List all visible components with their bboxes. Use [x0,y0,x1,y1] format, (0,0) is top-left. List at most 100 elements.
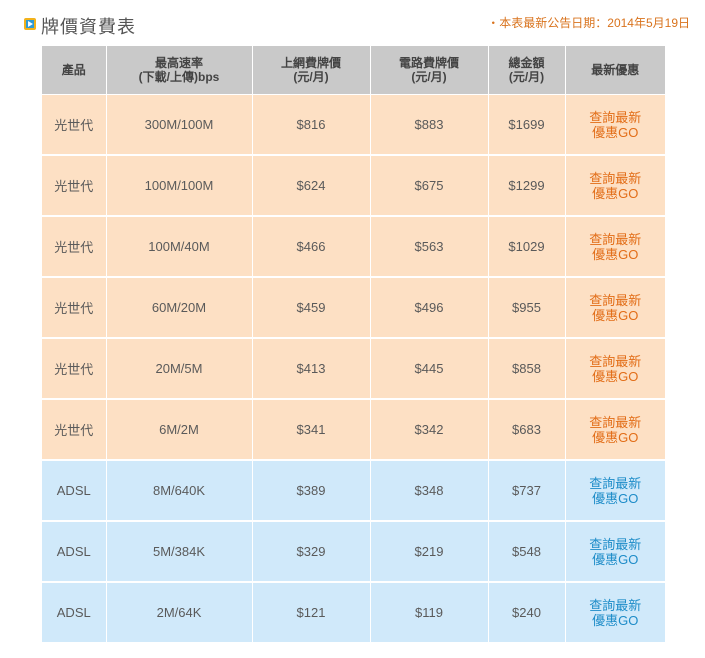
speed-cell: 8M/640K [106,460,253,522]
circuit-price-cell: $563 [370,216,489,278]
table-row: ADSL 8M/640K $389 $348 $737 查詢最新 優惠GO [42,460,665,522]
internet-price-cell: $816 [252,94,371,156]
total-cell: $683 [488,399,566,461]
promo-link[interactable]: 查詢最新 優惠GO [589,232,641,262]
speed-cell: 2M/64K [106,582,253,644]
product-cell: 光世代 [42,155,107,217]
promo-link-line2: 優惠GO [592,246,639,262]
total-cell: $240 [488,582,566,644]
internet-price-cell: $329 [252,521,371,583]
total-cell: $1029 [488,216,566,278]
table-header-row: 產品 最高速率 (下載/上傳)bps 上網費牌價 (元/月) 電路費牌價 (元/月) … [42,46,665,95]
promo-link[interactable]: 查詢最新 優惠GO [589,537,641,567]
total-cell: $858 [488,338,566,400]
total-cell: $955 [488,277,566,339]
column-header-label: 電路費牌價 [398,56,459,70]
promo-link-line1: 查詢最新 [589,109,642,125]
column-header-circuit-price: 電路費牌價 (元/月) [370,46,489,95]
promo-link[interactable]: 查詢最新 優惠GO [589,354,641,384]
table-row: ADSL 2M/64K $121 $119 $240 查詢最新 優惠GO [42,582,665,644]
promo-cell: 查詢最新 優惠GO [565,216,665,278]
circuit-price-cell: $883 [370,94,489,156]
circuit-price-cell: $348 [370,460,489,522]
promo-link[interactable]: 查詢最新 優惠GO [589,171,641,201]
promo-link-line2: 優惠GO [592,185,639,201]
total-cell: $548 [488,521,566,583]
column-header-sublabel: (元/月) [411,70,447,84]
promo-link[interactable]: 查詢最新 優惠GO [589,415,641,445]
column-header-sublabel: (下載/上傳)bps [138,70,220,84]
circuit-price-cell: $496 [370,277,489,339]
promo-link-line1: 查詢最新 [589,231,642,247]
table-row: 光世代 6M/2M $341 $342 $683 查詢最新 優惠GO [42,399,665,461]
product-cell: ADSL [42,521,107,583]
column-header-label: 最新優惠 [591,63,640,77]
internet-price-cell: $459 [252,277,371,339]
promo-cell: 查詢最新 優惠GO [565,460,665,522]
promo-cell: 查詢最新 優惠GO [565,155,665,217]
total-cell: $737 [488,460,566,522]
promo-link[interactable]: 查詢最新 優惠GO [589,110,641,140]
internet-price-cell: $389 [252,460,371,522]
product-cell: 光世代 [42,216,107,278]
promo-link[interactable]: 查詢最新 優惠GO [589,476,641,506]
internet-price-cell: $341 [252,399,371,461]
promo-link[interactable]: 查詢最新 優惠GO [589,293,641,323]
circuit-price-cell: $119 [370,582,489,644]
promo-link-line2: 優惠GO [592,429,639,445]
column-header-label: 最高速率 [154,56,203,70]
circuit-price-cell: $675 [370,155,489,217]
speed-cell: 20M/5M [106,338,253,400]
total-cell: $1699 [488,94,566,156]
promo-cell: 查詢最新 優惠GO [565,399,665,461]
internet-price-cell: $624 [252,155,371,217]
column-header-total: 總金額 (元/月) [488,46,566,95]
page-header: 牌價資費表 ・本表最新公告日期：2014年5月19日 [24,10,690,42]
circuit-price-cell: $219 [370,521,489,583]
promo-link-line2: 優惠GO [592,307,639,323]
promo-cell: 查詢最新 優惠GO [565,277,665,339]
product-cell: 光世代 [42,338,107,400]
table-row: 光世代 100M/100M $624 $675 $1299 查詢最新 優惠GO [42,155,665,217]
price-table: 產品 最高速率 (下載/上傳)bps 上網費牌價 (元/月) 電路費牌價 (元/月) … [42,46,665,644]
page-title: 牌價資費表 [41,17,136,37]
internet-price-cell: $466 [252,216,371,278]
column-header-promo: 最新優惠 [565,46,665,95]
promo-link-line1: 查詢最新 [589,597,642,613]
promo-link-line2: 優惠GO [592,124,639,140]
promo-link-line1: 查詢最新 [589,475,642,491]
promo-link[interactable]: 查詢最新 優惠GO [589,598,641,628]
promo-cell: 查詢最新 優惠GO [565,338,665,400]
circuit-price-cell: $342 [370,399,489,461]
speed-cell: 6M/2M [106,399,253,461]
speed-cell: 60M/20M [106,277,253,339]
column-header-label: 上網費牌價 [280,56,341,70]
column-header-speed: 最高速率 (下載/上傳)bps [106,46,253,95]
promo-link-line1: 查詢最新 [589,170,642,186]
promo-link-line2: 優惠GO [592,612,639,628]
product-cell: 光世代 [42,399,107,461]
promo-link-line1: 查詢最新 [589,536,642,552]
column-header-product: 產品 [42,46,107,95]
promo-link-line1: 查詢最新 [589,414,642,430]
product-cell: ADSL [42,460,107,522]
table-row: 光世代 100M/40M $466 $563 $1029 查詢最新 優惠GO [42,216,665,278]
speed-cell: 100M/100M [106,155,253,217]
internet-price-cell: $121 [252,582,371,644]
speed-cell: 100M/40M [106,216,253,278]
table-row: 光世代 300M/100M $816 $883 $1699 查詢最新 優惠GO [42,94,665,156]
promo-link-line2: 優惠GO [592,551,639,567]
table-row: 光世代 60M/20M $459 $496 $955 查詢最新 優惠GO [42,277,665,339]
promo-link-line2: 優惠GO [592,368,639,384]
price-table-container: 產品 最高速率 (下載/上傳)bps 上網費牌價 (元/月) 電路費牌價 (元/月) … [42,46,665,644]
internet-price-cell: $413 [252,338,371,400]
circuit-price-cell: $445 [370,338,489,400]
product-cell: ADSL [42,582,107,644]
promo-cell: 查詢最新 優惠GO [565,94,665,156]
speed-cell: 5M/384K [106,521,253,583]
promo-link-line1: 查詢最新 [589,353,642,369]
promo-link-line2: 優惠GO [592,490,639,506]
table-row: 光世代 20M/5M $413 $445 $858 查詢最新 優惠GO [42,338,665,400]
promo-cell: 查詢最新 優惠GO [565,582,665,644]
promo-link-line1: 查詢最新 [589,292,642,308]
